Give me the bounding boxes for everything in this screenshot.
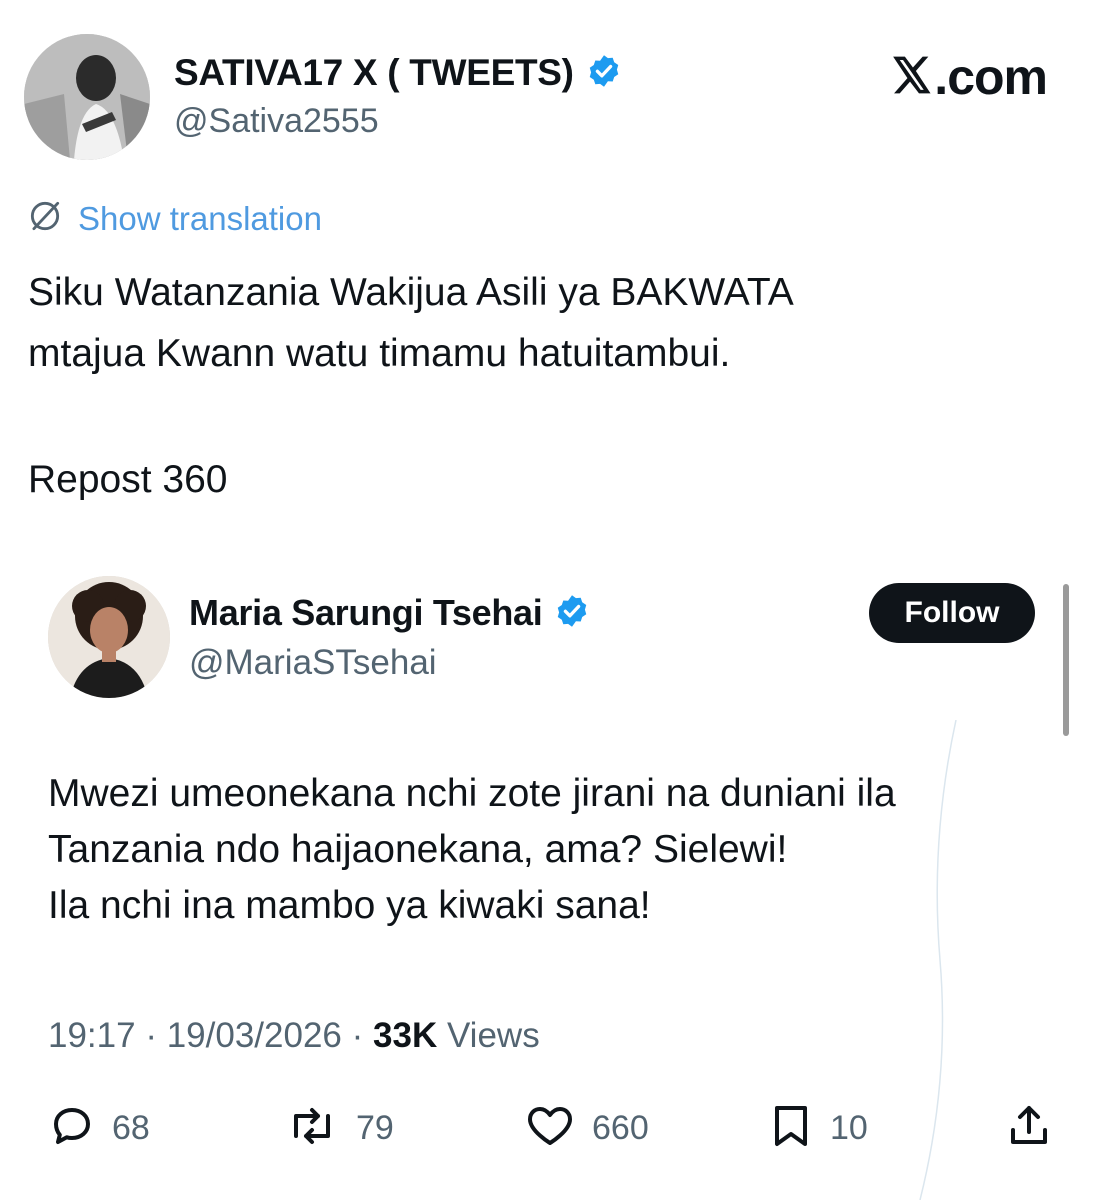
author-handle[interactable]: @Sativa2555 [174,102,379,141]
author-name[interactable]: SATIVA17 X ( TWEETS) [174,52,574,94]
author-avatar[interactable] [24,34,150,160]
heart-icon [524,1102,576,1155]
quoted-post-body-line: Ila nchi ina mambo ya kiwaki sana! [48,884,651,927]
x-logo-icon [888,53,932,102]
quoted-author-avatar[interactable] [48,576,170,698]
source-site-text: .com [934,49,1048,105]
quoted-post-body: Mwezi umeonekana nchi zote jirani na dun… [48,766,1058,934]
verified-badge-icon [554,593,590,634]
like-button[interactable]: 660 [524,1100,649,1156]
repost-icon [284,1102,340,1155]
share-icon [1006,1102,1052,1155]
post-body-line: Siku Watanzania Wakijua Asili ya BAKWATA [28,271,794,314]
like-count: 660 [592,1108,649,1147]
action-bar: 68 79 660 10 [48,1100,1058,1156]
repost-count: 79 [356,1108,394,1147]
show-translation-link[interactable]: Show translation [26,197,322,240]
verified-badge-icon [586,53,622,94]
bookmark-button[interactable]: 10 [768,1100,868,1156]
post-date[interactable]: 19/03/2026 [167,1016,342,1055]
tweet-screenshot: SATIVA17 X ( TWEETS) @Sativa2555 .com Sh… [0,0,1103,1200]
meta-separator: · [145,1016,167,1055]
meta-separator: · [351,1016,374,1055]
reply-button[interactable]: 68 [48,1100,150,1156]
post-body: Siku Watanzania Wakijua Asili ya BAKWATA… [28,262,1078,384]
post-time[interactable]: 19:17 [48,1016,136,1055]
repost-button[interactable]: 79 [284,1100,394,1156]
reply-icon [48,1102,96,1155]
reply-count: 68 [112,1108,150,1147]
post-body-line: mtajua Kwann watu timamu hatuitambui. [28,332,731,375]
user-photo-avatar-icon [24,34,150,160]
user-photo-avatar-icon [48,576,170,698]
quoted-post-body-line: Tanzania ndo haijaonekana, ama? Sielewi! [48,828,788,871]
quoted-post-body-line: Mwezi umeonekana nchi zote jirani na dun… [48,772,896,815]
bookmark-icon [768,1102,814,1155]
translate-globe-icon [26,197,64,240]
bookmark-count: 10 [830,1108,868,1147]
show-translation-label[interactable]: Show translation [78,200,322,238]
repost-text: Repost 360 [28,458,228,501]
follow-button[interactable]: Follow [869,583,1035,643]
share-button[interactable] [1006,1100,1052,1156]
author-name-row: SATIVA17 X ( TWEETS) [174,52,622,94]
quoted-author-name[interactable]: Maria Sarungi Tsehai [189,592,543,634]
source-site-logo: .com [888,48,1048,106]
views-label: Views [446,1016,540,1055]
scrollbar-thumb[interactable] [1063,584,1069,736]
quoted-author-handle[interactable]: @MariaSTsehai [189,643,437,683]
views-count: 33K [373,1016,438,1055]
post-meta: 19:17 · 19/03/2026 · 33K Views [48,1016,540,1056]
quoted-author-name-row: Maria Sarungi Tsehai [189,592,590,634]
